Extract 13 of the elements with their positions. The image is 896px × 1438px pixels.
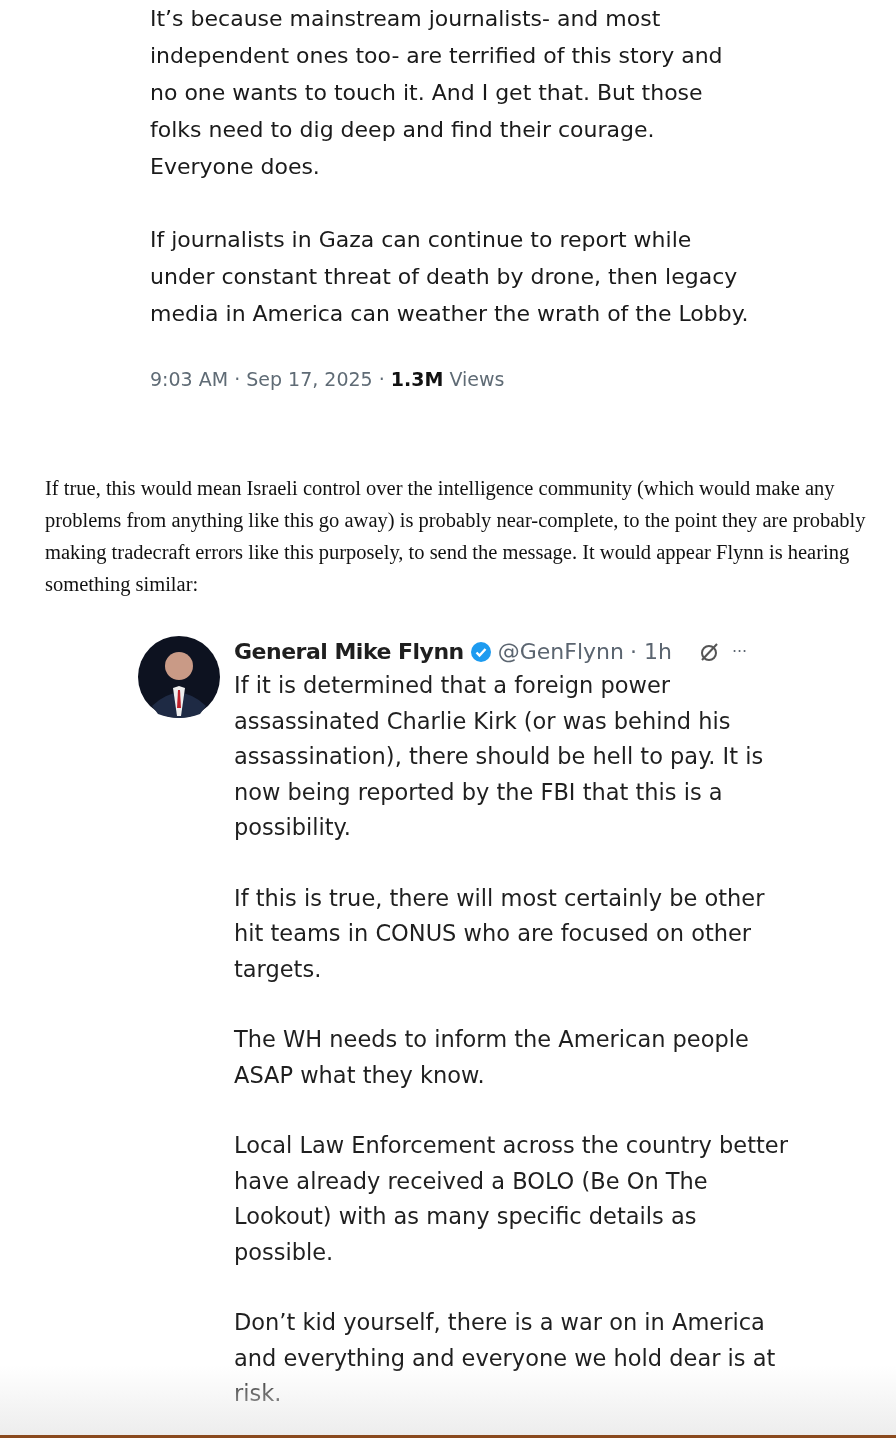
post-text: Local Law Enforcement across the country better have already received a BOLO (Be On The Lookout) with as many specific details as possible. — [234, 1131, 789, 1267]
post-meta: 9:03 AM · Sep 17, 2025 · 1.3M Views — [150, 368, 506, 390]
post-text: If journalists in Gaza can continue to report while under constant threat of death by drone, then legacy media in America can weather the wrath of the Lobby. — [150, 226, 750, 328]
article-paragraph: If true, this would mean Israeli control over the intelligence community (which would make any problems from anything like this go away) is probably near-complete, to the point they are probably making tradecraft errors like this purposely, to send the message. It would appear Flynn is hearing something similar: — [45, 476, 867, 598]
post-text: If it is determined that a foreign power assassinated Charlie Kirk (or was behind his assassination), there should be hell to pay. It is now being reported by the FBI that this is a possibility. — [234, 671, 765, 842]
author-handle: @GenFlynn — [497, 638, 624, 666]
post-text: Don’t kid yourself, there is a war on in America and everything and everyone we hold dear is at risk. — [234, 1308, 777, 1408]
post-text: If this is true, there will most certainly be other hit teams in CONUS who are focused on other targets. — [234, 883, 766, 984]
post-text: The WH needs to inform the American people ASAP what they know. — [234, 1025, 750, 1090]
post-time: · 1h — [629, 638, 672, 666]
post-text: It’s because mainstream journalists- and most independent ones too- are terrified of this story and no one wants to touch it. And I get that. But those folks need to dig deep and find their courage. Everyone does. — [150, 5, 724, 181]
author-name: General Mike Flynn — [234, 638, 464, 666]
more-button[interactable]: ··· — [731, 636, 748, 668]
